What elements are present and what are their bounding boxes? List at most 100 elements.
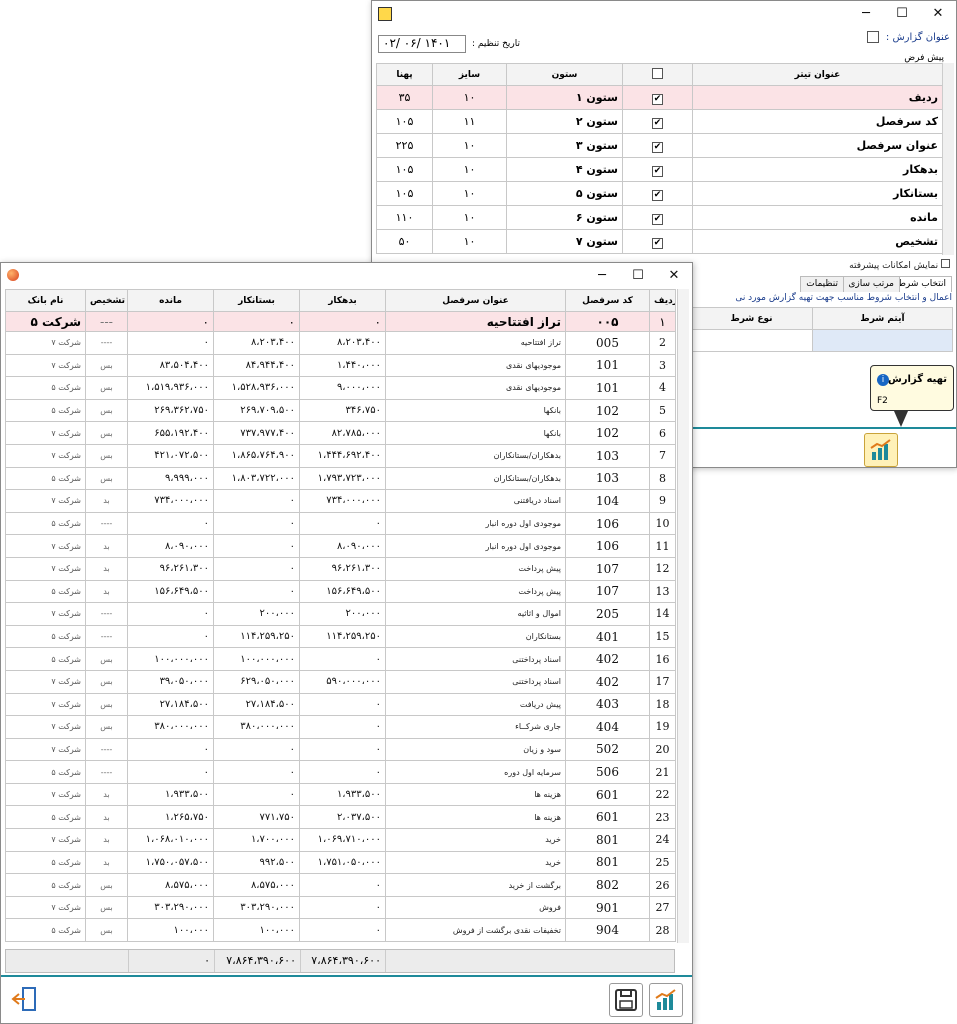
table-row[interactable]: شرکت ۷ ---- ۰ ۸،۲۰۳،۴۰۰ ۸،۲۰۳،۴۰۰ تراز افتتاح… [5, 331, 676, 355]
cell-width[interactable]: ۲۲۵ [376, 133, 433, 158]
table-row[interactable]: شرکت ۷ بس ۲۷،۱۸۴،۵۰۰ ۲۷،۱۸۴،۵۰۰ ۰ پیش دریافت 4… [5, 692, 676, 717]
cell-check[interactable]: ✔ [622, 133, 693, 158]
table-row[interactable]: شرکت ۷ بد ۷۳۴،۰۰۰،۰۰۰ ۰ ۷۳۴،۰۰۰،۰۰۰ اسناد دری… [5, 489, 676, 513]
header-title[interactable]: عنوان سرفصل [385, 289, 566, 312]
table-row[interactable]: شرکت ۵ بس ۱۰۰،۰۰۰،۰۰۰ ۱۰۰،۰۰۰،۰۰۰ ۰ اسناد پرد… [5, 647, 676, 671]
cell-width[interactable]: ۱۱۰ [376, 205, 433, 230]
table-row[interactable]: شرکت ۵ بد ۱،۲۶۵،۷۵۰ ۷۷۱،۷۵۰ ۲،۰۳۷،۵۰۰ هزینه ه… [5, 805, 676, 830]
row-checkbox[interactable]: ✔ [652, 237, 663, 249]
cell-width[interactable]: ۵۰ [376, 229, 433, 254]
table-row[interactable]: شرکت ۷ بد ۸،۰۹۰،۰۰۰ ۰ ۸،۰۹۰،۰۰۰ موجودی اول دو… [5, 534, 676, 558]
chart-button[interactable] [649, 983, 683, 1017]
table-row[interactable]: ۵۰ ۱۰ ستون ۷ ✔ تشخیص [376, 229, 943, 254]
cond-type-cell[interactable] [690, 329, 813, 352]
table-row[interactable]: شرکت ۵ ---- ۰ ۱۱۴،۲۵۹،۲۵۰ ۱۱۴،۲۵۹،۲۵۰ بستانکا… [5, 624, 676, 649]
table-row[interactable]: شرکت ۷ ---- ۰ ۰ ۰ سود و زیان 502 20 [5, 737, 676, 762]
maximize-button[interactable]: ☐ [884, 1, 920, 27]
cell-title[interactable]: مانده [692, 205, 943, 230]
cond-item-cell[interactable] [812, 329, 953, 352]
header-status[interactable]: تشخیص [85, 289, 128, 312]
cell-width[interactable]: ۳۵ [376, 85, 433, 110]
table-row[interactable]: شرکت ۷ بس ۶۵۵،۱۹۲،۴۰۰ ۷۳۷،۹۷۷،۴۰۰ ۸۲،۷۸۵،۰۰۰… [5, 421, 676, 445]
cell-size[interactable]: ۱۰ [432, 157, 507, 182]
table-row[interactable]: ۱۰۵ ۱۱ ستون ۲ ✔ کد سرفصل [376, 109, 943, 134]
cell-check[interactable]: ✔ [622, 109, 693, 134]
cell-title[interactable]: کد سرفصل [692, 109, 943, 134]
selected-table-row[interactable]: شرکت ۵ --- ۰ ۰ ۰ تراز افتتاحیه ۰۰۵ ۱ [5, 311, 676, 332]
cell-column[interactable]: ستون ۴ [506, 157, 623, 182]
cell-size[interactable]: ۱۰ [432, 205, 507, 230]
table-row[interactable]: شرکت ۵ بد ۱۵۶،۶۴۹،۵۰۰ ۰ ۱۵۶،۶۴۹،۵۰۰ پیش پرداخ… [5, 579, 676, 604]
table-row[interactable]: ۱۰۵ ۱۰ ستون ۴ ✔ بدهکار [376, 157, 943, 182]
date-field[interactable]: ۱۴۰۱ /۰۶ /۰۲ [378, 35, 466, 53]
table-row[interactable]: ۱۱۰ ۱۰ ستون ۶ ✔ مانده [376, 205, 943, 230]
table-row[interactable]: شرکت ۷ ---- ۰ ۲۰۰،۰۰۰ ۲۰۰،۰۰۰ اموال و اثاثیه 2… [5, 602, 676, 626]
cell-check[interactable]: ✔ [622, 229, 693, 254]
row-checkbox[interactable]: ✔ [652, 141, 663, 153]
row-checkbox[interactable]: ✔ [652, 213, 663, 225]
cell-column[interactable]: ستون ۲ [506, 109, 623, 134]
table-row[interactable]: ۱۰۵ ۱۰ ستون ۵ ✔ بستانکار [376, 181, 943, 206]
cell-size[interactable]: ۱۰ [432, 181, 507, 206]
table-row[interactable]: شرکت ۵ بس ۱،۵۱۹،۹۳۶،۰۰۰ ۱،۵۲۸،۹۳۶،۰۰۰ ۹،۰۰۰،… [5, 376, 676, 400]
row-checkbox[interactable]: ✔ [652, 117, 663, 129]
close-button[interactable]: ✕ [920, 1, 956, 27]
cell-width[interactable]: ۱۰۵ [376, 157, 433, 182]
grid-scrollbar[interactable] [942, 63, 954, 255]
table-row[interactable]: شرکت ۵ بس ۱۰۰،۰۰۰ ۱۰۰،۰۰۰ ۰ تخفیفات نقدی برگش… [5, 918, 676, 943]
table-row[interactable]: شرکت ۷ بس ۳۰۳،۲۹۰،۰۰۰ ۳۰۳،۲۹۰،۰۰۰ ۰ فروش 901 27 [5, 895, 676, 920]
maximize-button[interactable]: ☐ [620, 263, 656, 289]
table-row[interactable]: شرکت ۷ بس ۳۸۰،۰۰۰،۰۰۰ ۳۸۰،۰۰۰،۰۰۰ ۰ جاری شرکـ… [5, 715, 676, 739]
cell-title[interactable]: عنوان سرفصل [692, 133, 943, 158]
row-checkbox[interactable]: ✔ [652, 93, 663, 105]
header-credit[interactable]: بستانکار [213, 289, 300, 312]
header-debit[interactable]: بدهکار [299, 289, 386, 312]
cell-size[interactable]: ۱۱ [432, 109, 507, 134]
table-row[interactable]: شرکت ۷ بس ۴۲۱،۰۷۲،۵۰۰ ۱،۸۶۵،۷۶۴،۹۰۰ ۱،۴۴۴،۶۹… [5, 443, 676, 468]
cell-size[interactable]: ۱۰ [432, 133, 507, 158]
cell-title[interactable]: بستانکار [692, 181, 943, 206]
cell-column[interactable]: ستون ۶ [506, 205, 623, 230]
cell-check[interactable]: ✔ [622, 205, 693, 230]
prepare-report-button[interactable] [864, 433, 898, 467]
cell-column[interactable]: ستون ۳ [506, 133, 623, 158]
advanced-checkbox[interactable] [941, 259, 950, 268]
cell-column[interactable]: ستون ۵ [506, 181, 623, 206]
cell-size[interactable]: ۱۰ [432, 229, 507, 254]
cell-width[interactable]: ۱۰۵ [376, 181, 433, 206]
advanced-options[interactable]: نمایش امکانات پیشرفته [849, 259, 950, 271]
exit-button[interactable] [9, 983, 43, 1017]
tab-settings[interactable]: تنظیمات [800, 276, 844, 292]
cell-column[interactable]: ستون ۱ [506, 85, 623, 110]
header-balance[interactable]: مانده [127, 289, 214, 312]
row-checkbox[interactable]: ✔ [652, 189, 663, 201]
table-row[interactable]: شرکت ۵ ---- ۰ ۰ ۰ سرمایه اول دوره 506 21 [5, 760, 676, 784]
cell-title[interactable]: بدهکار [692, 157, 943, 182]
table-row[interactable]: شرکت ۵ بس ۸،۵۷۵،۰۰۰ ۸،۵۷۵،۰۰۰ ۰ برگشت از خرید… [5, 873, 676, 897]
table-row[interactable]: شرکت ۵ بس ۹،۹۹۹،۰۰۰ ۱،۸۰۳،۷۲۲،۰۰۰ ۱،۷۹۳،۷۲۳،… [5, 466, 676, 491]
header-code[interactable]: کد سرفصل [565, 289, 650, 312]
table-row[interactable]: شرکت ۷ بد ۹۶،۲۶۱،۳۰۰ ۰ ۹۶،۲۶۱،۳۰۰ پیش پرداخت 1… [5, 556, 676, 581]
cell-column[interactable]: ستون ۷ [506, 229, 623, 254]
cell-title[interactable]: ردیف [692, 85, 943, 110]
cell-size[interactable]: ۱۰ [432, 85, 507, 110]
table-row[interactable]: شرکت ۷ بس ۸۳،۵۰۴،۴۰۰ ۸۴،۹۴۴،۴۰۰ ۱،۴۴۰،۰۰۰ موج… [5, 353, 676, 378]
report-scrollbar[interactable] [677, 289, 689, 943]
table-row[interactable]: ۳۵ ۱۰ ستون ۱ ✔ ردیف [376, 85, 943, 110]
row-checkbox[interactable]: ✔ [652, 165, 663, 177]
tab-select-condition[interactable]: انتخاب شرط [891, 276, 952, 292]
table-row[interactable]: شرکت ۷ بد ۱،۰۶۸،۰۱۰،۰۰۰ ۱،۷۰۰،۰۰۰ ۱،۰۶۹،۷۱۰،… [5, 828, 676, 852]
tab-sorting[interactable]: مرتب سازی [842, 276, 900, 292]
table-row[interactable]: شرکت ۷ بس ۳۹،۰۵۰،۰۰۰ ۶۲۹،۰۵۰،۰۰۰ ۵۹۰،۰۰۰،۰۰۰… [5, 669, 676, 694]
minimize-button[interactable]: ─ [848, 1, 884, 27]
cell-check[interactable]: ✔ [622, 181, 693, 206]
cell-width[interactable]: ۱۰۵ [376, 109, 433, 134]
minimize-button[interactable]: ─ [584, 263, 620, 289]
header-row[interactable]: ردیف [649, 289, 676, 312]
col-header-check[interactable] [622, 63, 693, 86]
cell-check[interactable]: ✔ [622, 157, 693, 182]
save-button[interactable] [609, 983, 643, 1017]
table-row[interactable]: شرکت ۷ بد ۱،۹۳۳،۵۰۰ ۰ ۱،۹۳۳،۵۰۰ هزینه ها 601 22 [5, 782, 676, 807]
table-row[interactable]: ۲۲۵ ۱۰ ستون ۳ ✔ عنوان سرفصل [376, 133, 943, 158]
table-row[interactable]: شرکت ۵ بد ۱،۷۵۰،۰۵۷،۵۰۰ ۹۹۲،۵۰۰ ۱،۷۵۱،۰۵۰،۰۰… [5, 850, 676, 875]
